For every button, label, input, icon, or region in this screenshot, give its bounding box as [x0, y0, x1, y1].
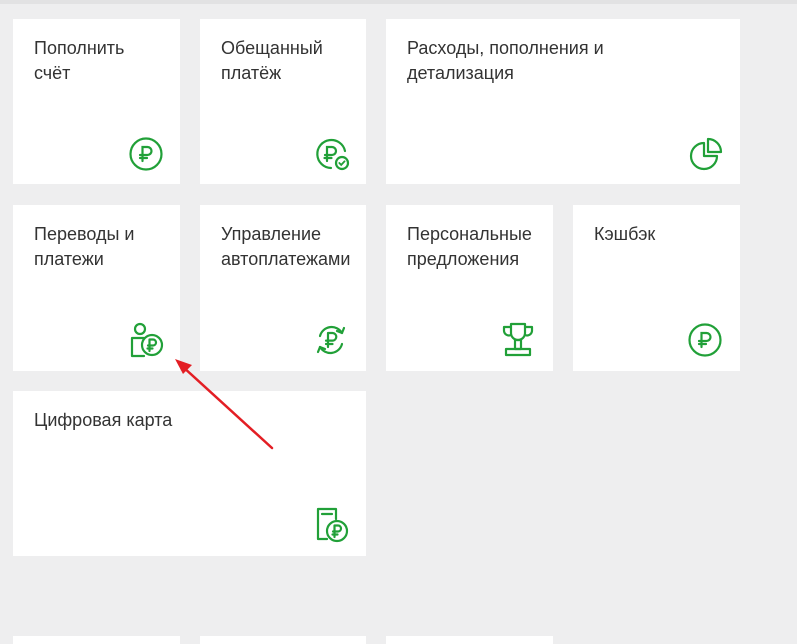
- tile-label: Кэшбэк: [594, 224, 656, 244]
- tile-label: Обещанный платёж: [221, 38, 323, 83]
- tile-label: Цифровая карта: [34, 410, 173, 430]
- ruble-cycle-icon: [313, 322, 349, 358]
- tile-partial[interactable]: [386, 636, 553, 644]
- tile-expenses-details[interactable]: Расходы, пополнения и детализация: [386, 19, 740, 184]
- tile-partial[interactable]: [200, 636, 366, 644]
- tile-label: Персональные предложения: [407, 224, 532, 269]
- tile-label: Пополнить счёт: [34, 38, 125, 83]
- card-ruble-icon: [313, 507, 349, 543]
- ruble-circle-icon: [687, 322, 723, 358]
- tile-promised-payment[interactable]: Обещанный платёж: [200, 19, 366, 184]
- trophy-icon: [500, 322, 536, 358]
- tile-top-up-account[interactable]: Пополнить счёт: [13, 19, 180, 184]
- ruble-circle-icon: [128, 136, 164, 172]
- tile-label: Управление автоплатежами: [221, 224, 351, 269]
- tile-autopayments[interactable]: Управление автоплатежами: [200, 205, 366, 371]
- tile-label: Расходы, пополнения и детализация: [407, 38, 604, 83]
- tile-cashback[interactable]: Кэшбэк: [573, 205, 740, 371]
- person-ruble-icon: [128, 322, 164, 358]
- tile-partial[interactable]: [13, 636, 180, 644]
- pie-chart-icon: [688, 135, 724, 171]
- top-bar: [0, 0, 797, 4]
- ruble-check-icon: [314, 136, 350, 172]
- tile-label: Переводы и платежи: [34, 224, 135, 269]
- tile-transfers-payments[interactable]: Переводы и платежи: [13, 205, 180, 371]
- tile-personal-offers[interactable]: Персональные предложения: [386, 205, 553, 371]
- tile-digital-card[interactable]: Цифровая карта: [13, 391, 366, 556]
